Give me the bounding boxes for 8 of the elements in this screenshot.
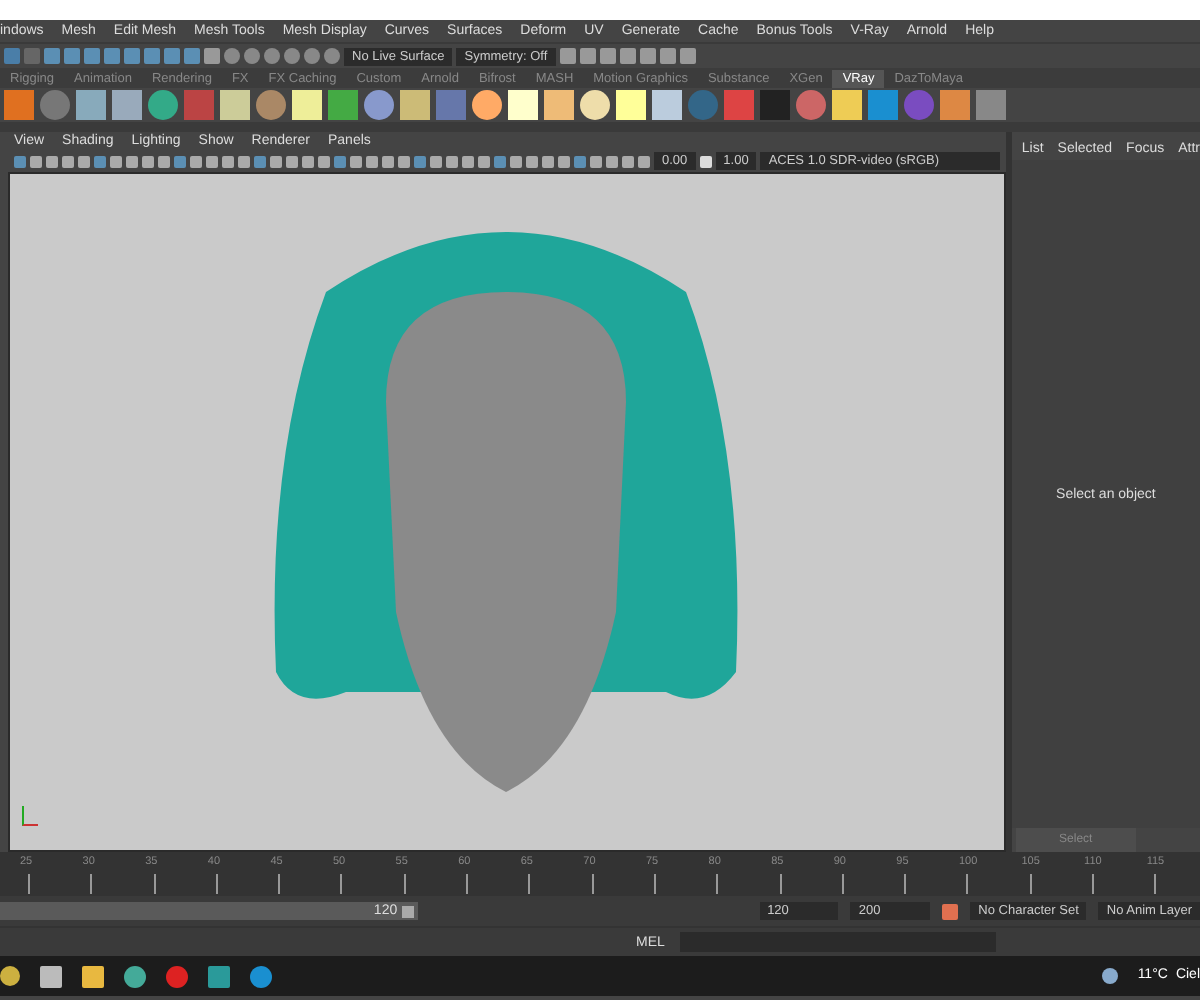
shelf-tool-icon[interactable] <box>148 90 178 120</box>
shelf-tool-icon[interactable] <box>364 90 394 120</box>
shelf-tool-icon[interactable] <box>472 90 502 120</box>
shelf-tool-icon[interactable] <box>580 90 610 120</box>
shelf-tool-icon[interactable] <box>256 90 286 120</box>
range-handle[interactable] <box>401 905 414 917</box>
app-icon[interactable] <box>250 965 272 987</box>
axis-icon <box>22 806 38 826</box>
